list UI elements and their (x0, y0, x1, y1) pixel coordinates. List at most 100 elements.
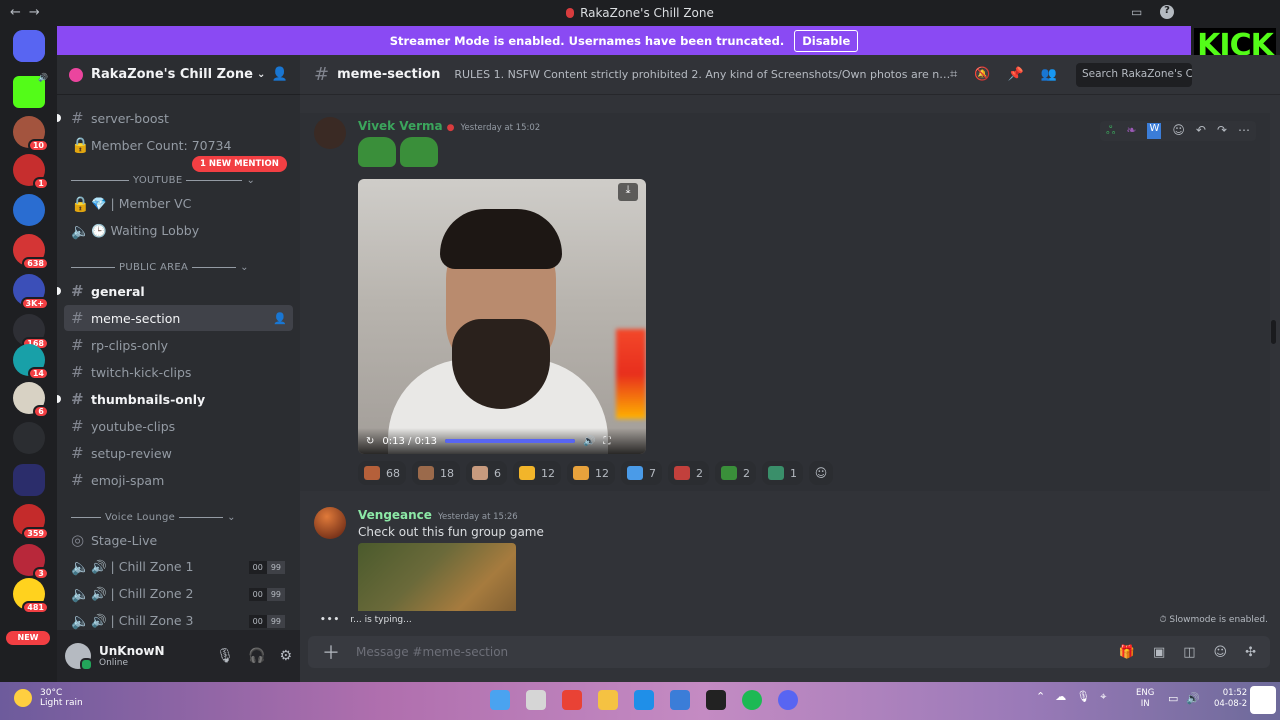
reaction-chip[interactable]: 68 (358, 461, 406, 485)
server-icon[interactable]: 359 (13, 504, 49, 540)
plus-icon[interactable]: ＋ (322, 639, 340, 665)
bell-muted-icon[interactable]: 🔕 (974, 67, 990, 82)
video-player[interactable]: ⤓ ↻ 0:13 / 0:13 🔊 ⛶ (358, 179, 646, 454)
reaction-chip[interactable]: 2 (715, 461, 756, 485)
invite-icon[interactable]: 👤 (273, 312, 287, 325)
members-icon[interactable]: 👥 (1041, 67, 1057, 82)
server-icon[interactable]: 3K+ (13, 274, 49, 310)
disable-button[interactable]: Disable (794, 29, 859, 52)
category-voice-lounge[interactable]: Voice Lounge ⌄ (71, 512, 281, 523)
gif-icon[interactable]: ▣ (1153, 645, 1165, 660)
more-icon[interactable]: ⋯ (1238, 123, 1250, 139)
download-icon[interactable]: ⤓ (618, 183, 638, 201)
gift-icon[interactable]: 🎁 (1119, 645, 1135, 660)
server-icon[interactable]: 168 (13, 314, 49, 350)
category-public-area[interactable]: PUBLIC AREA ⌄ (71, 262, 281, 273)
reaction-icon[interactable]: ஃ (1106, 123, 1115, 139)
channel-general[interactable]: # general (57, 278, 293, 304)
server-icon[interactable]: 6 (13, 382, 49, 418)
channel-rp-clips-only[interactable]: # rp-clips-only (64, 332, 293, 358)
cloud-icon[interactable]: ☁ (1055, 690, 1066, 704)
message-input[interactable]: ＋ Message #meme-section 🎁 ▣ ◫ ☺ ✣ (308, 636, 1270, 668)
gear-icon[interactable]: ⚙ (279, 648, 292, 664)
sticker-icon[interactable]: ◫ (1183, 645, 1195, 660)
channel-setup-review[interactable]: # setup-review (64, 440, 293, 466)
store-icon[interactable] (670, 690, 690, 710)
reply-icon[interactable]: ↶ (1196, 123, 1206, 139)
invite-icon[interactable]: 👤 (272, 67, 288, 82)
avatar[interactable] (65, 643, 93, 671)
category-youtube[interactable]: YOUTUBE ⌄ (71, 175, 281, 186)
forward-icon[interactable]: ↷ (1217, 123, 1227, 139)
discord-home-icon[interactable] (13, 30, 45, 62)
server-icon[interactable] (13, 422, 45, 454)
channel-thumbnails-only[interactable]: # thumbnails-only (57, 386, 293, 412)
server-kick[interactable]: 🔊 (13, 73, 48, 108)
language-indicator[interactable]: ENG IN (1136, 688, 1154, 710)
microphone-icon[interactable]: 🎙 (1076, 690, 1090, 704)
clock[interactable]: 01:52 04-08-2 (1214, 688, 1247, 710)
search-input[interactable]: Search RakaZone's Chi (1076, 63, 1192, 87)
reaction-chip[interactable]: 1 (762, 461, 803, 485)
message-author[interactable]: Vivek Verma ● Yesterday at 15:02 (358, 119, 540, 133)
channel-waiting-lobby[interactable]: 🔈 🕒 Waiting Lobby (64, 218, 293, 244)
channel-emoji-spam[interactable]: # emoji-spam (64, 467, 293, 493)
server-icon[interactable] (13, 194, 45, 226)
avatar[interactable] (314, 117, 346, 149)
file-explorer-icon[interactable] (598, 690, 618, 710)
folder-icon[interactable] (13, 464, 45, 496)
channel-youtube-clips[interactable]: # youtube-clips (64, 413, 293, 439)
server-icon[interactable]: 481 (13, 578, 49, 614)
emoji-icon[interactable]: ☺ (1214, 645, 1228, 660)
server-header[interactable]: RakaZone's Chill Zone ⌄ 👤 (57, 55, 300, 95)
reaction-icon[interactable]: W (1147, 123, 1162, 139)
reaction-chip[interactable]: 12 (567, 461, 615, 485)
volume-icon[interactable]: 🔊 (583, 436, 595, 447)
add-reaction-icon[interactable]: ☺ (1172, 123, 1185, 139)
server-icon[interactable]: 638 (13, 234, 49, 270)
notification-avatar[interactable] (1250, 686, 1276, 714)
fullscreen-icon[interactable]: ⛶ (603, 436, 610, 447)
volume-icon[interactable]: 🔊 (1186, 692, 1200, 705)
channel-topic[interactable]: RULES 1. NSFW Content strictly prohibite… (454, 68, 954, 81)
channel-member-count[interactable]: 🔒 Member Count: 70734 (64, 132, 293, 158)
app-icon[interactable] (706, 690, 726, 710)
reaction-chip[interactable]: 2 (668, 461, 709, 485)
threads-icon[interactable]: ⌗ (950, 67, 957, 82)
chrome-icon[interactable] (562, 690, 582, 710)
headphones-icon[interactable]: 🎧 (248, 648, 265, 664)
channel-twitch-kick-clips[interactable]: # twitch-kick-clips (64, 359, 293, 385)
weather-widget[interactable]: 30°C Light rain (14, 688, 83, 708)
location-icon[interactable]: ⌖ (1100, 690, 1106, 704)
server-icon[interactable]: 14 (13, 344, 49, 380)
scrollbar[interactable] (1271, 320, 1276, 344)
replay-icon[interactable]: ↻ (366, 436, 374, 447)
pin-icon[interactable]: 📌 (1008, 67, 1024, 82)
chevron-up-icon[interactable]: ⌃ (1036, 690, 1045, 704)
add-reaction-button[interactable]: ☺ (809, 461, 833, 485)
server-icon[interactable]: 10 (13, 116, 49, 152)
inbox-icon[interactable]: ▭ (1131, 5, 1142, 19)
video-progress[interactable] (445, 439, 576, 443)
server-icon[interactable]: 3 (13, 544, 49, 580)
edge-icon[interactable] (634, 690, 654, 710)
discord-icon[interactable] (778, 690, 798, 710)
avatar[interactable] (314, 507, 346, 539)
new-pill[interactable]: NEW (6, 631, 50, 645)
reaction-chip[interactable]: 7 (621, 461, 662, 485)
channel-chill-zone-2[interactable]: 🔈 🔊 | Chill Zone 2 00 99 (64, 581, 293, 607)
reaction-chip[interactable]: 6 (466, 461, 507, 485)
channel-stage-live[interactable]: ◎ Stage-Live (64, 527, 293, 553)
new-mention-pill[interactable]: 1 NEW MENTION (192, 156, 287, 172)
message-author[interactable]: Vengeance Yesterday at 15:26 (358, 508, 518, 522)
task-view-icon[interactable] (526, 690, 546, 710)
help-icon[interactable]: ? (1160, 5, 1174, 19)
server-icon[interactable]: 1 (13, 154, 49, 190)
channel-server-boost[interactable]: # server-boost (57, 105, 293, 131)
spotify-icon[interactable] (742, 690, 762, 710)
reaction-chip[interactable]: 18 (412, 461, 460, 485)
channel-chill-zone-1[interactable]: 🔈 🔊 | Chill Zone 1 00 99 (64, 554, 293, 580)
channel-member-vc[interactable]: 🔒 💎 | Member VC (64, 191, 293, 217)
reaction-chip[interactable]: 12 (513, 461, 561, 485)
network-icon[interactable]: ▭ (1168, 692, 1178, 705)
